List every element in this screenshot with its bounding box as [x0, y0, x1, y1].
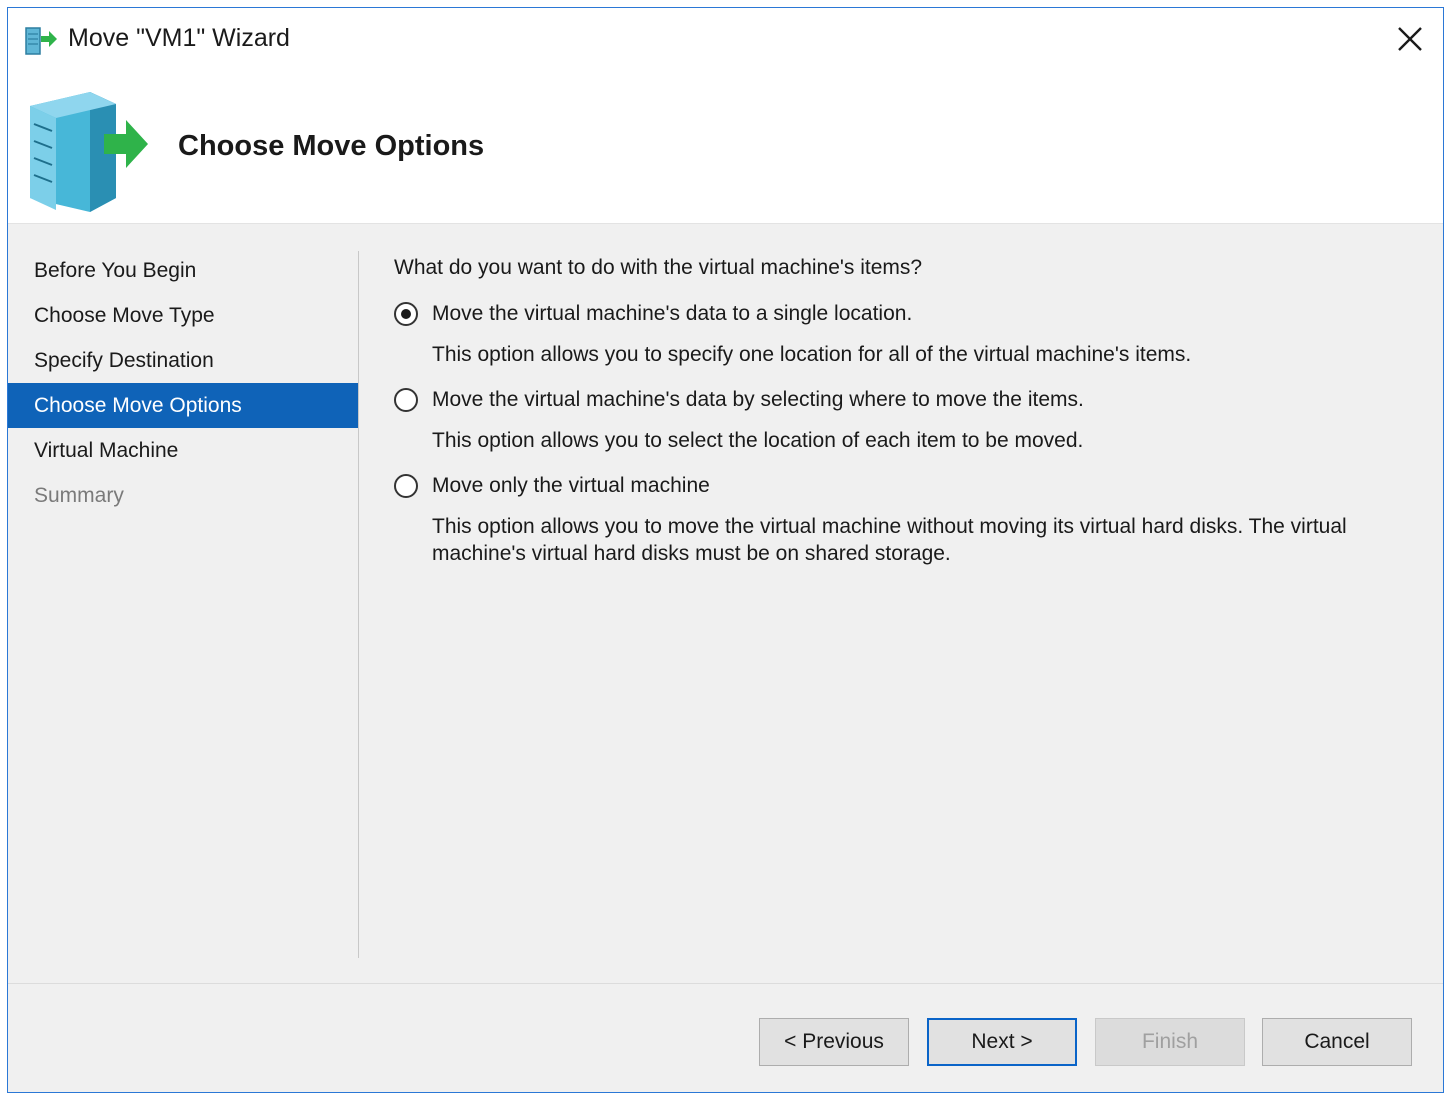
nav-item-virtual-machine[interactable]: Virtual Machine [8, 428, 358, 473]
option-single-location: Move the virtual machine's data to a sin… [394, 302, 1424, 368]
nav-item-choose-move-options[interactable]: Choose Move Options [8, 383, 358, 428]
radio-select-items[interactable] [394, 388, 418, 412]
wizard-steps-nav: Before You Begin Choose Move Type Specif… [8, 248, 358, 518]
option-select-items: Move the virtual machine's data by selec… [394, 388, 1424, 454]
wizard-header: Choose Move Options [8, 78, 1443, 224]
option-select-items-row[interactable]: Move the virtual machine's data by selec… [394, 388, 1424, 412]
option-label[interactable]: Move only the virtual machine [432, 474, 710, 498]
title-bar: Move "VM1" Wizard [8, 8, 1443, 78]
nav-item-before-you-begin[interactable]: Before You Begin [8, 248, 358, 293]
finish-button: Finish [1095, 1018, 1245, 1066]
nav-divider [358, 251, 359, 958]
options-panel: What do you want to do with the virtual … [394, 256, 1424, 587]
window-title: Move "VM1" Wizard [68, 24, 290, 52]
previous-button[interactable]: < Previous [759, 1018, 909, 1066]
next-button[interactable]: Next > [927, 1018, 1077, 1066]
radio-single-location[interactable] [394, 302, 418, 326]
nav-item-summary: Summary [34, 484, 124, 507]
wizard-window: Move "VM1" Wizard Choose Move Options Be… [7, 7, 1444, 1093]
server-move-icon [30, 92, 148, 212]
option-label[interactable]: Move the virtual machine's data to a sin… [432, 302, 912, 326]
option-vm-only-row[interactable]: Move only the virtual machine [394, 474, 1424, 498]
option-description: This option allows you to select the loc… [432, 429, 1084, 452]
footer-divider [8, 983, 1443, 984]
radio-vm-only[interactable] [394, 474, 418, 498]
nav-item-specify-destination[interactable]: Specify Destination [8, 338, 358, 383]
cancel-button[interactable]: Cancel [1262, 1018, 1412, 1066]
nav-item-choose-move-type[interactable]: Choose Move Type [8, 293, 358, 338]
option-single-location-row[interactable]: Move the virtual machine's data to a sin… [394, 302, 1424, 326]
option-vm-only: Move only the virtual machine This optio… [394, 474, 1424, 567]
question-text: What do you want to do with the virtual … [394, 256, 923, 279]
option-description: This option allows you to move the virtu… [432, 515, 1347, 565]
close-icon [1398, 27, 1422, 51]
option-label[interactable]: Move the virtual machine's data by selec… [432, 388, 1084, 412]
server-move-icon [25, 27, 57, 55]
page-title: Choose Move Options [178, 130, 485, 162]
close-button[interactable] [1387, 16, 1433, 62]
option-description: This option allows you to specify one lo… [432, 343, 1192, 366]
